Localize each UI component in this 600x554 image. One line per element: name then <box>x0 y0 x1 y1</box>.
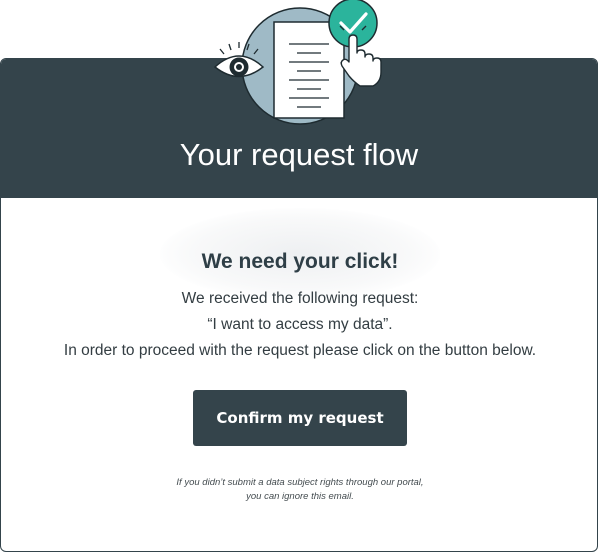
email-page: Your request flow We need your click! We… <box>0 0 600 554</box>
request-quote-text: “I want to access my data”. <box>207 316 393 333</box>
request-intro-text: We received the following request: <box>181 290 419 307</box>
page-title: Your request flow <box>179 137 419 172</box>
request-illustration <box>213 0 382 125</box>
headline: We need your click! <box>201 250 399 273</box>
message-body: We need your click! We received the foll… <box>0 248 600 364</box>
footer-note-line1: If you didn’t submit a data subject righ… <box>176 477 424 488</box>
footer-note-line2: you can ignore this email. <box>246 491 354 502</box>
footer-note: If you didn’t submit a data subject righ… <box>0 476 600 504</box>
instruction-text: In order to proceed with the request ple… <box>63 342 537 359</box>
confirm-request-button[interactable]: Confirm my request <box>193 390 407 446</box>
